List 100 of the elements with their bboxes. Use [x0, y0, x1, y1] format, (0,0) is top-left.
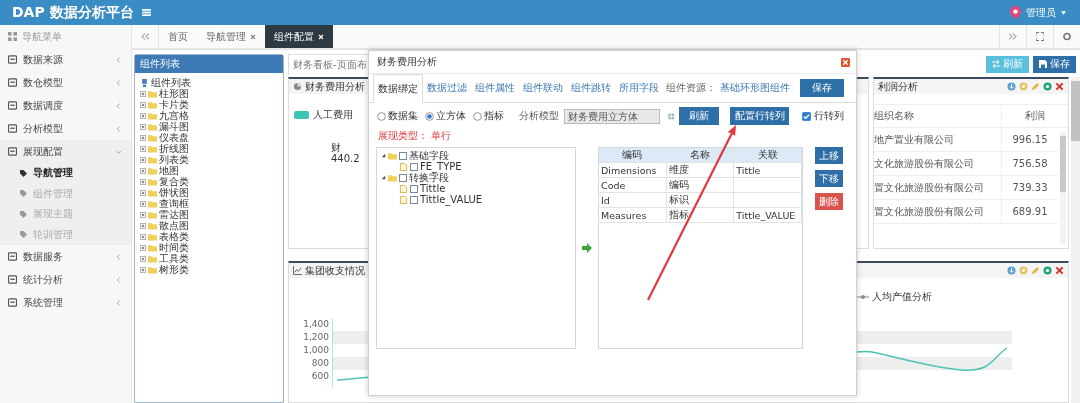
dialog-tab[interactable]: 组件联动	[519, 74, 567, 102]
chevron-icon	[116, 276, 121, 283]
dialog-tab[interactable]: 数据绑定	[373, 74, 423, 103]
arrow-right-icon[interactable]	[582, 243, 592, 253]
scrollbar[interactable]	[1060, 132, 1066, 244]
save-button[interactable]: 保存	[800, 79, 844, 97]
row-action-button[interactable]: 下移	[815, 170, 843, 187]
export-icon[interactable]	[1007, 82, 1016, 91]
radio-label: 指标	[484, 109, 504, 123]
tree-item[interactable]: 复合类	[159, 176, 189, 187]
page-tab[interactable]: 导航管理	[197, 25, 265, 48]
tree-item[interactable]: 九宫格	[159, 110, 189, 121]
checkbox[interactable]	[399, 151, 407, 160]
expand-icon[interactable]	[140, 101, 146, 108]
expand-icon[interactable]	[140, 233, 146, 240]
expand-icon[interactable]	[140, 244, 146, 251]
sidebar-subitem[interactable]: 导航管理	[0, 163, 131, 184]
checkbox[interactable]	[410, 195, 418, 204]
tree-item[interactable]: 卡片类	[159, 99, 189, 110]
sidebar-item[interactable]: 数据来源	[0, 48, 131, 71]
axis-label: 1,000	[303, 344, 329, 357]
globe-icon[interactable]	[667, 111, 676, 121]
dialog-tab[interactable]: 数据过滤	[423, 74, 471, 102]
sidebar-item[interactable]: 数据调度	[0, 94, 131, 117]
sidebar-item[interactable]: 展现配置	[0, 140, 131, 163]
expand-icon[interactable]	[140, 200, 146, 207]
radio-button[interactable]	[473, 111, 482, 121]
expand-icon[interactable]	[140, 123, 146, 130]
page-tab[interactable]: 首页	[159, 25, 197, 48]
refresh-button[interactable]: 刷新	[678, 107, 720, 125]
expand-icon[interactable]	[140, 178, 146, 185]
tree-item[interactable]: 雷达图	[159, 209, 189, 220]
pencil-icon[interactable]	[1031, 266, 1040, 275]
gear-icon[interactable]	[1043, 82, 1052, 91]
tree-item[interactable]: 柱形图	[159, 88, 189, 99]
display-type-label: 展现类型：	[378, 129, 428, 143]
tree-item[interactable]: Tittle	[420, 183, 446, 194]
expand-icon[interactable]	[140, 167, 146, 174]
expand-icon[interactable]	[140, 222, 146, 229]
expand-icon[interactable]	[140, 145, 146, 152]
expand-icon[interactable]	[140, 266, 146, 273]
tree-item[interactable]: 饼状图	[159, 187, 189, 198]
tree-item[interactable]: 表格类	[159, 231, 189, 242]
tree-item[interactable]: 树形类	[159, 264, 189, 275]
tree-item[interactable]: 仪表盘	[159, 132, 189, 143]
menu-icon[interactable]	[142, 9, 151, 16]
collapse-arrow-icon[interactable]	[381, 153, 386, 158]
expand-icon[interactable]	[140, 156, 146, 163]
scrollbar[interactable]	[1071, 77, 1080, 403]
collapse-arrow-icon[interactable]	[381, 175, 386, 180]
menu-item-icon	[8, 55, 17, 64]
export-icon[interactable]	[1007, 266, 1016, 275]
tree-item[interactable]: 时间类	[159, 242, 189, 253]
tree-item[interactable]: 工具类	[159, 253, 189, 264]
tree-item[interactable]: 组件列表	[151, 77, 191, 88]
sidebar-item[interactable]: 分析模型	[0, 117, 131, 140]
dialog-tab[interactable]: 组件跳转	[567, 74, 615, 102]
dialog-tab[interactable]: 组件属性	[471, 74, 519, 102]
tree-item[interactable]: 地图	[159, 165, 179, 176]
tree-item[interactable]: 漏斗图	[159, 121, 189, 132]
pencil-icon[interactable]	[1031, 82, 1040, 91]
sidebar-item[interactable]: 统计分析	[0, 268, 131, 291]
chevron-icon	[116, 79, 121, 86]
tree-item[interactable]: FE_TYPE	[420, 161, 462, 172]
row-action-button[interactable]: 上移	[815, 147, 843, 164]
expand-icon[interactable]	[140, 112, 146, 119]
page-tab[interactable]: 组件配置	[265, 25, 333, 48]
model-field[interactable]: 财务费用立方体	[564, 108, 661, 124]
chevron-icon	[116, 299, 121, 306]
radio-button[interactable]	[377, 111, 386, 121]
tree-item[interactable]: Tittle_VALUE	[420, 194, 483, 205]
resource-link[interactable]: 基础环形图组件	[720, 81, 790, 95]
gear-icon[interactable]	[1043, 266, 1052, 275]
expand-icon[interactable]	[140, 255, 146, 262]
tree-item[interactable]: 列表类	[159, 154, 189, 165]
dialog-tab[interactable]: 所用字段	[615, 74, 663, 102]
panel-title: 组件列表	[135, 55, 283, 73]
tree-item[interactable]: 折线图	[159, 143, 189, 154]
tree-item[interactable]: 散点图	[159, 220, 189, 231]
sidebar-item[interactable]: 数据服务	[0, 245, 131, 268]
expand-icon[interactable]	[140, 211, 146, 218]
toolbar-button[interactable]: 保存	[1033, 55, 1076, 73]
expand-icon[interactable]	[140, 189, 146, 196]
checkbox[interactable]	[410, 162, 418, 171]
expand-icon[interactable]	[140, 134, 146, 141]
tree-item[interactable]: 基础字段	[409, 148, 449, 163]
radio-button[interactable]	[425, 111, 434, 121]
pivot-config-button[interactable]: 配置行转列	[730, 107, 789, 125]
checkbox[interactable]	[399, 173, 407, 182]
sidebar-item[interactable]: 数仓模型	[0, 71, 131, 94]
expand-icon[interactable]	[140, 90, 146, 97]
axis-label: 800	[311, 357, 329, 370]
checkbox[interactable]	[802, 111, 811, 121]
checkbox[interactable]	[410, 184, 418, 193]
row-action-button[interactable]: 删除	[815, 193, 843, 210]
tree-item[interactable]: 查询框	[159, 198, 189, 209]
sidebar-item[interactable]: 系统管理	[0, 291, 131, 314]
user-name[interactable]: 管理员	[1026, 5, 1056, 20]
tree-item[interactable]: 转换字段	[409, 170, 449, 185]
caret-icon[interactable]	[1061, 10, 1066, 15]
